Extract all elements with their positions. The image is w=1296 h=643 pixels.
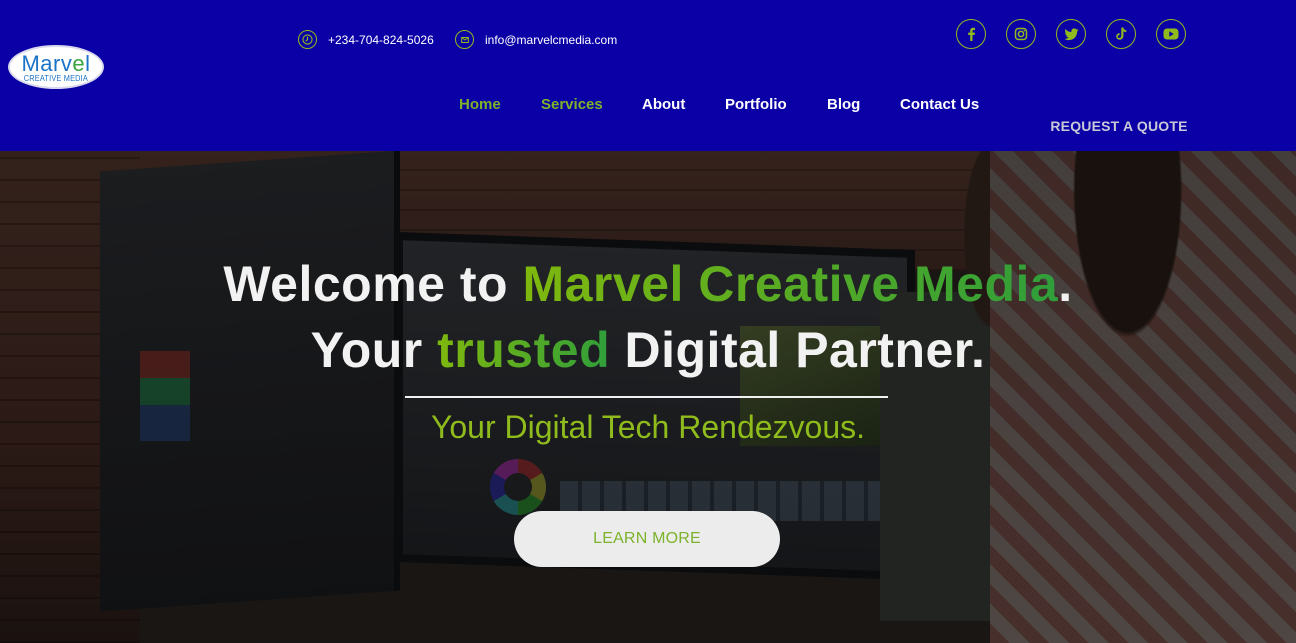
hero-trusted-highlight: trusted: [437, 322, 611, 378]
phone-number[interactable]: +234-704-824-5026: [328, 33, 434, 47]
contact-email: info@marvelcmedia.com: [455, 30, 617, 49]
site-header: Marvel CREATIVE MEDIA +234-704-824-5026 …: [0, 0, 1296, 151]
hero-heading-line1: Welcome to Marvel Creative Media.: [223, 256, 1073, 312]
facebook-icon[interactable]: [956, 19, 986, 49]
instagram-icon[interactable]: [1006, 19, 1036, 49]
hero-tagline: Your Digital Tech Rendezvous.: [430, 409, 866, 445]
hero-heading-line2: Your trusted Digital Partner.: [310, 322, 986, 378]
nav-item-home[interactable]: Home: [459, 96, 501, 113]
nav-item-services[interactable]: Services: [541, 96, 603, 113]
youtube-icon[interactable]: [1156, 19, 1186, 49]
tiktok-icon[interactable]: [1106, 19, 1136, 49]
social-links: [956, 19, 1186, 49]
envelope-icon: [455, 30, 474, 49]
nav-item-portfolio[interactable]: Portfolio: [725, 96, 787, 113]
email-address[interactable]: info@marvelcmedia.com: [485, 33, 617, 47]
nav-item-contact-us[interactable]: Contact Us: [900, 96, 979, 113]
nav-item-blog[interactable]: Blog: [827, 96, 860, 113]
contact-phone: +234-704-824-5026: [298, 30, 434, 49]
clock-icon: [298, 30, 317, 49]
learn-more-button[interactable]: LEARN MORE: [514, 511, 780, 567]
logo[interactable]: Marvel CREATIVE MEDIA: [8, 45, 104, 89]
twitter-icon[interactable]: [1056, 19, 1086, 49]
request-quote-button[interactable]: REQUEST A QUOTE: [1040, 118, 1198, 138]
logo-wordmark: Marvel: [21, 50, 91, 76]
hero-brand-highlight: Marvel Creative Media: [522, 256, 1059, 312]
logo-subtitle: CREATIVE MEDIA: [23, 73, 89, 83]
hero-section: Welcome to Marvel Creative Media. Your t…: [0, 151, 1296, 643]
nav-item-about[interactable]: About: [642, 96, 685, 113]
hero-divider: [405, 396, 888, 398]
